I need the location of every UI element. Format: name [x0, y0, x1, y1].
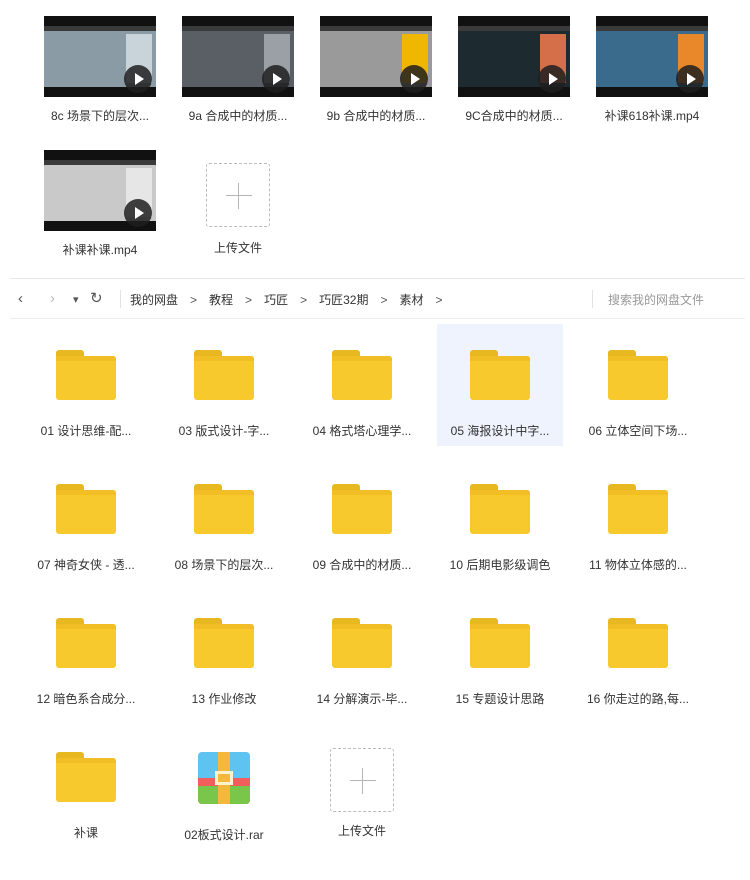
folder-icon — [332, 618, 392, 668]
history-dropdown-icon[interactable]: ▾ — [73, 290, 79, 310]
file-name: 07 神奇女侠 - 透... — [37, 558, 135, 572]
video-thumbnail[interactable] — [182, 16, 294, 97]
file-name: 09 合成中的材质... — [312, 558, 412, 572]
play-icon[interactable] — [400, 65, 428, 93]
folder-icon — [56, 618, 116, 668]
file-name: 11 物体立体感的... — [589, 558, 687, 572]
folder-item[interactable]: 08 场景下的层次... — [161, 458, 287, 580]
folder-icon — [56, 484, 116, 534]
video-item[interactable]: 补课618补课.mp4 — [582, 16, 722, 124]
plus-icon[interactable] — [330, 748, 394, 812]
folder-icon — [56, 752, 116, 802]
folder-item[interactable]: 07 神奇女侠 - 透... — [23, 458, 149, 580]
video-thumbnail[interactable] — [458, 16, 570, 97]
folder-item[interactable]: 15 专题设计思路 — [437, 592, 563, 714]
search-input[interactable]: 搜索我的网盘文件 — [608, 291, 704, 308]
breadcrumb-item[interactable]: 我的网盘 — [130, 291, 178, 308]
video-thumbnail[interactable] — [44, 150, 156, 231]
archive-file-item[interactable]: 02板式设计.rar — [161, 726, 287, 848]
breadcrumb-separator: > — [380, 293, 388, 307]
file-name: 01 设计思维-配... — [40, 424, 132, 438]
folder-icon — [470, 350, 530, 400]
folder-icon — [194, 618, 254, 668]
plus-icon[interactable] — [206, 163, 270, 227]
folder-icon — [608, 484, 668, 534]
video-name: 补课618补课.mp4 — [604, 109, 700, 123]
forward-icon[interactable]: › — [50, 289, 55, 309]
play-icon[interactable] — [538, 65, 566, 93]
file-name: 14 分解演示-毕... — [316, 692, 408, 706]
video-name: 8c 场景下的层次... — [50, 109, 149, 123]
file-name: 12 暗色系合成分... — [36, 692, 136, 706]
video-item[interactable]: 9a 合成中的材质... — [168, 16, 308, 124]
upload-file-label: 上传文件 — [213, 241, 262, 255]
folder-item[interactable]: 16 你走过的路,每... — [575, 592, 701, 714]
file-name: 补课 — [73, 826, 98, 840]
folder-icon — [470, 618, 530, 668]
folder-item[interactable]: 11 物体立体感的... — [575, 458, 701, 580]
file-name: 08 场景下的层次... — [174, 558, 274, 572]
folder-icon — [194, 350, 254, 400]
breadcrumb: 我的网盘 > 教程 > 巧匠 > 巧匠32期 > 素材 > — [130, 291, 455, 308]
folder-item[interactable]: 04 格式塔心理学... — [299, 324, 425, 446]
folder-item[interactable]: 05 海报设计中字... — [437, 324, 563, 446]
archive-icon — [198, 752, 250, 804]
file-name: 02板式设计.rar — [184, 828, 264, 842]
breadcrumb-separator: > — [435, 293, 443, 307]
breadcrumb-item[interactable]: 巧匠 — [264, 291, 288, 308]
folder-item[interactable]: 10 后期电影级调色 — [437, 458, 563, 580]
file-name: 10 后期电影级调色 — [449, 558, 551, 572]
navigation-bar: ‹ › ▾ ↻ 我的网盘 > 教程 > 巧匠 > 巧匠32期 > 素材 > 搜索我的网盘文件 — [10, 278, 745, 319]
video-item[interactable]: 补课补课.mp4 — [30, 150, 170, 258]
folder-item[interactable]: 补课 — [23, 726, 149, 848]
folder-item[interactable]: 14 分解演示-毕... — [299, 592, 425, 714]
breadcrumb-item[interactable]: 教程 — [209, 291, 233, 308]
file-name: 16 你走过的路,每... — [586, 692, 690, 706]
video-thumbnail[interactable] — [596, 16, 708, 97]
upload-file-tile[interactable]: 上传文件 — [168, 150, 308, 256]
video-name: 补课补课.mp4 — [62, 243, 138, 257]
file-name: 04 格式塔心理学... — [312, 424, 412, 438]
file-name: 05 海报设计中字... — [450, 424, 550, 438]
file-name: 13 作业修改 — [191, 692, 257, 706]
folder-icon — [332, 484, 392, 534]
play-icon[interactable] — [124, 65, 152, 93]
folder-icon — [194, 484, 254, 534]
file-name: 03 版式设计-字... — [178, 424, 270, 438]
folder-icon — [332, 350, 392, 400]
video-thumbnail[interactable] — [320, 16, 432, 97]
breadcrumb-item[interactable]: 巧匠32期 — [319, 291, 368, 308]
play-icon[interactable] — [676, 65, 704, 93]
video-name: 9C合成中的材质... — [465, 109, 563, 123]
file-name: 15 专题设计思路 — [455, 692, 545, 706]
video-item[interactable]: 8c 场景下的层次... — [30, 16, 170, 124]
folder-item[interactable]: 03 版式设计-字... — [161, 324, 287, 446]
play-icon[interactable] — [124, 199, 152, 227]
video-thumbnail[interactable] — [44, 16, 156, 97]
folder-icon — [608, 618, 668, 668]
folder-item[interactable]: 12 暗色系合成分... — [23, 592, 149, 714]
folder-item[interactable]: 06 立体空间下场... — [575, 324, 701, 446]
video-item[interactable]: 9b 合成中的材质... — [306, 16, 446, 124]
play-icon[interactable] — [262, 65, 290, 93]
video-name: 9a 合成中的材质... — [188, 109, 288, 123]
video-name: 9b 合成中的材质... — [326, 109, 426, 123]
folder-item[interactable]: 13 作业修改 — [161, 592, 287, 714]
video-item[interactable]: 9C合成中的材质... — [444, 16, 584, 124]
folder-icon — [56, 350, 116, 400]
breadcrumb-separator: > — [190, 293, 198, 307]
folder-item[interactable]: 09 合成中的材质... — [299, 458, 425, 580]
breadcrumb-separator: > — [300, 293, 308, 307]
back-icon[interactable]: ‹ — [18, 289, 23, 309]
breadcrumb-item[interactable]: 素材 — [399, 291, 423, 308]
upload-file-tile[interactable]: 上传文件 — [299, 726, 425, 848]
folder-icon — [608, 350, 668, 400]
breadcrumb-separator: > — [245, 293, 253, 307]
folder-icon — [470, 484, 530, 534]
file-name: 上传文件 — [337, 824, 386, 838]
refresh-icon[interactable]: ↻ — [90, 289, 103, 309]
file-name: 06 立体空间下场... — [588, 424, 688, 438]
folder-item[interactable]: 01 设计思维-配... — [23, 324, 149, 446]
